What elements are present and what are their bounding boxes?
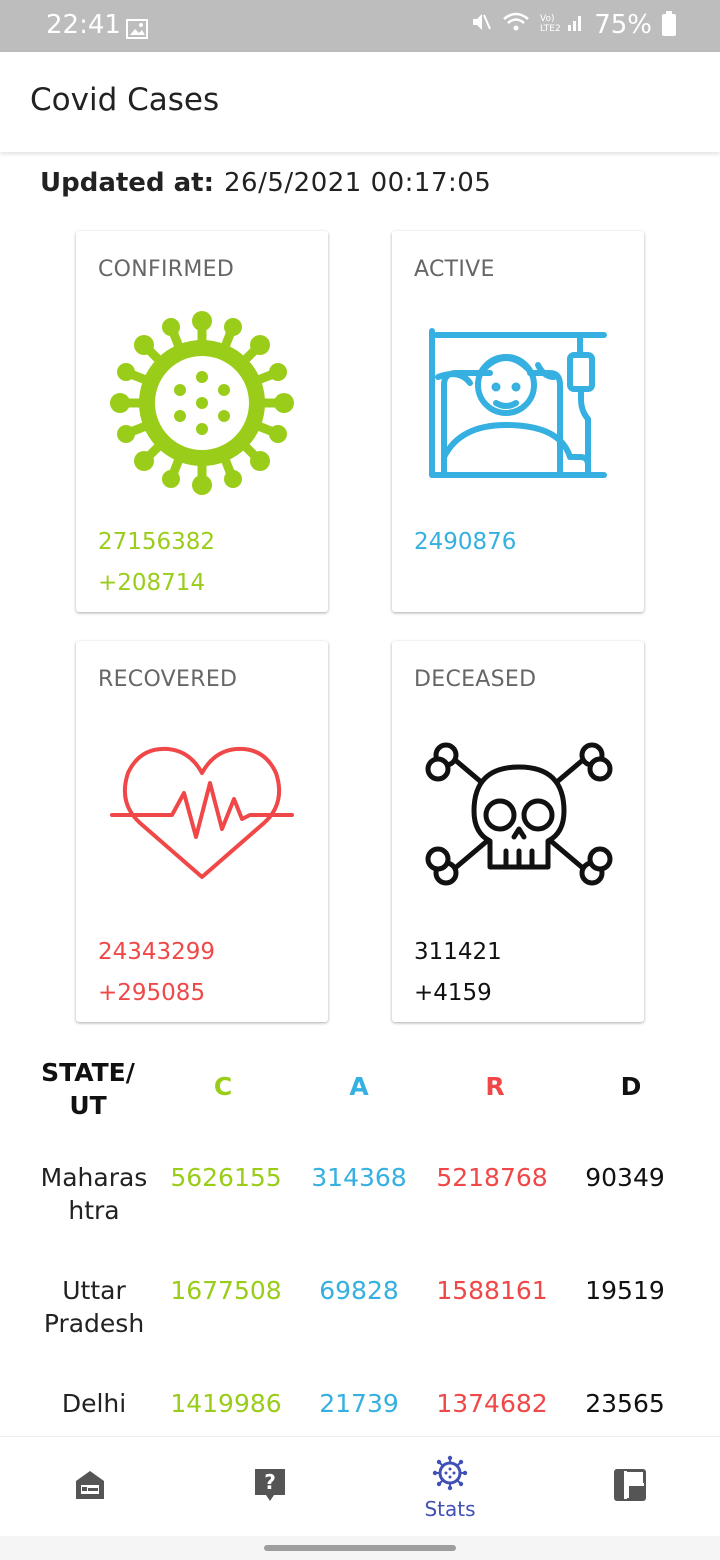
deceased-total: 311421 [414,939,502,965]
recovered-value: 1374682 [436,1389,548,1418]
skull-crossbones-icon [424,739,620,935]
nav-item-help[interactable]: ? [180,1437,360,1537]
confirmed-total: 27156382 [98,529,216,555]
nav-item-home[interactable] [0,1437,180,1537]
status-bar: 22:41 Vo) LTE2 75% [0,0,720,52]
deceased-delta: +4159 [414,980,492,1006]
updated-value: 26/5/2021 00:17:05 [224,168,492,198]
dashboard-icon [612,1467,648,1503]
lte-signal-icon: Vo) LTE2 [540,10,584,40]
table-row[interactable]: Maharas htra 5626155 314368 5218768 9034… [0,1161,720,1241]
help-question-icon: ? [252,1467,288,1503]
confirmed-value: 1419986 [170,1389,282,1418]
patient-in-bed-icon [420,315,616,511]
confirmed-delta: +208714 [98,570,206,596]
confirmed-value: 5626155 [170,1163,282,1192]
active-value: 314368 [311,1163,407,1192]
header-state: STATE/ UT [41,1058,135,1120]
confirmed-title: CONFIRMED [98,257,235,282]
recovered-delta: +295085 [98,980,206,1006]
hospital-bed-icon [72,1467,108,1503]
recovered-title: RECOVERED [98,667,238,692]
wifi-icon [502,10,530,40]
header-confirmed: C [213,1072,233,1101]
nav-item-dashboard[interactable] [540,1437,720,1537]
recovered-value: 5218768 [436,1163,548,1192]
bottom-navigation: ? Stats [0,1436,720,1536]
active-total: 2490876 [414,529,517,555]
state-name: Maharas htra [40,1163,148,1225]
deceased-value: 90349 [585,1163,665,1192]
status-time: 22:41 [46,10,121,40]
svg-text:LTE2: LTE2 [540,24,561,33]
deceased-value: 23565 [585,1389,665,1418]
image-notification-icon [126,16,148,46]
virus-icon [432,1455,468,1491]
nav-label-stats: Stats [424,1497,476,1521]
app-bar: Covid Cases [0,52,720,152]
svg-text:Vo): Vo) [540,14,554,24]
home-indicator[interactable] [264,1545,456,1551]
recovered-card[interactable]: RECOVERED 24343299 +295085 [76,641,328,1022]
state-name: Uttar Pradesh [43,1276,145,1338]
confirmed-value: 1677508 [170,1276,282,1305]
updated-label: Updated at: [40,168,214,198]
deceased-card[interactable]: DECEASED 311421 +4159 [392,641,644,1022]
recovered-total: 24343299 [98,939,216,965]
heartbeat-icon [110,737,306,933]
nav-item-stats[interactable]: Stats [360,1437,540,1537]
active-title: ACTIVE [414,257,495,282]
state-name: Delhi [61,1389,127,1418]
table-row[interactable]: Delhi 1419986 21739 1374682 23565 [0,1387,720,1435]
mute-icon [470,10,492,40]
header-deceased: D [620,1072,642,1101]
active-value: 69828 [319,1276,399,1305]
page-title: Covid Cases [30,82,220,118]
gesture-bar [0,1536,720,1560]
active-value: 21739 [319,1389,399,1418]
header-active: A [349,1072,369,1101]
active-card[interactable]: ACTIVE 2490876 [392,231,644,612]
svg-text:?: ? [264,1470,276,1494]
battery-icon [662,11,676,36]
confirmed-card[interactable]: CONFIRMED 27156382 +208714 [76,231,328,612]
battery-percentage: 75% [594,10,652,40]
virus-icon [104,311,300,507]
deceased-value: 19519 [585,1276,665,1305]
table-row[interactable]: Uttar Pradesh 1677508 69828 1588161 1951… [0,1274,720,1354]
deceased-title: DECEASED [414,667,537,692]
status-icons: Vo) LTE2 75% [470,10,676,40]
recovered-value: 1588161 [436,1276,548,1305]
updated-at: Updated at: 26/5/2021 00:17:05 [40,168,491,198]
table-header: STATE/ UT C A R D [0,1056,720,1126]
header-recovered: R [485,1072,505,1101]
